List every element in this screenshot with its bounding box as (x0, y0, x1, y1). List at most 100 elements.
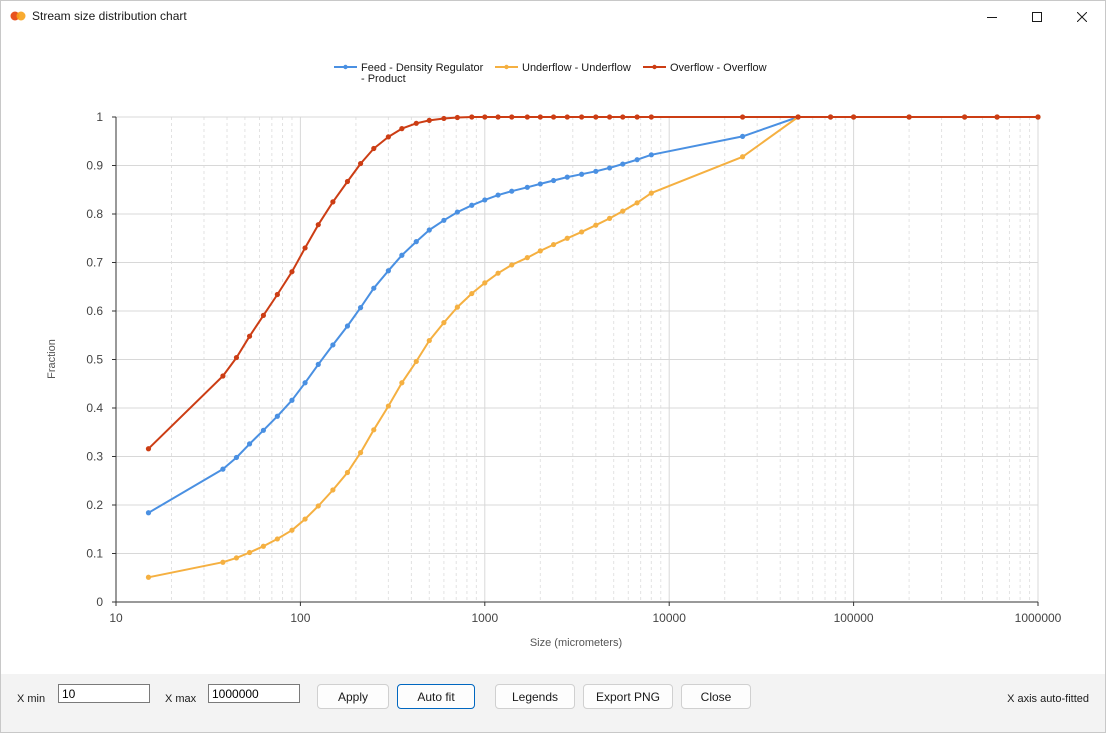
data-point (739, 133, 746, 139)
data-point (274, 413, 280, 419)
series-line-1 (147, 116, 1038, 514)
data-point (302, 245, 308, 251)
y-tick-label: 0.5 (86, 353, 103, 367)
data-point (145, 510, 152, 516)
data-point (274, 536, 280, 542)
x-axis-label: Size (micrometers) (530, 637, 622, 649)
legend-label: Overflow - Overflow (670, 62, 767, 74)
auto-fit-button[interactable]: Auto fit (397, 684, 475, 709)
data-point (302, 380, 308, 386)
data-point (357, 450, 364, 456)
data-point (246, 441, 253, 447)
data-point (906, 114, 912, 120)
chart-legend[interactable]: Feed - Density Regulator- ProductUnderfl… (334, 62, 767, 85)
data-point (315, 503, 321, 509)
x-tick-label: 10000 (653, 611, 687, 625)
data-point (357, 305, 364, 311)
data-point (315, 222, 321, 228)
data-point (357, 160, 364, 167)
app-logo-icon (10, 11, 26, 21)
data-point (246, 549, 253, 556)
xmax-label: X max (165, 693, 197, 705)
data-point (634, 114, 640, 120)
data-point (524, 184, 530, 190)
data-point (454, 114, 460, 121)
data-point (246, 333, 253, 339)
data-point (606, 114, 613, 120)
data-point (220, 466, 226, 472)
data-point (385, 268, 391, 274)
data-point (469, 290, 475, 297)
data-point (648, 190, 654, 196)
x-tick-label: 100 (290, 611, 310, 625)
data-point (344, 178, 351, 185)
data-point (550, 177, 557, 184)
y-tick-label: 0.4 (86, 401, 103, 415)
x-tick-label: 100000 (834, 611, 874, 625)
chart-window: Stream size distribution chart 10 100 1000… (0, 0, 1106, 733)
data-point (274, 291, 280, 298)
data-point (851, 114, 857, 120)
legend-label: - Product (361, 73, 406, 85)
data-point (482, 114, 488, 120)
xmax-input[interactable] (208, 684, 300, 703)
title-bar[interactable]: Stream size distribution chart (1, 1, 1105, 32)
y-tick-label: 0.6 (86, 304, 103, 318)
apply-button[interactable]: Apply (317, 684, 389, 709)
data-point (495, 114, 501, 120)
data-point (827, 114, 834, 120)
data-point (426, 227, 432, 233)
close-window-button[interactable] (1059, 1, 1105, 32)
data-point (648, 114, 654, 120)
data-point (469, 114, 475, 120)
data-point (233, 555, 240, 561)
data-point (509, 188, 515, 194)
maximize-button[interactable] (1014, 1, 1060, 32)
export-png-button[interactable]: Export PNG (583, 684, 673, 709)
xmin-input[interactable] (58, 684, 150, 703)
y-tick-label: 0.3 (86, 450, 103, 464)
series-line-3 (147, 116, 1038, 450)
legend-label: Underflow - Underflow (522, 62, 631, 74)
data-point (233, 354, 240, 361)
data-point (454, 304, 460, 310)
y-tick-label: 0.2 (86, 498, 103, 512)
data-point (344, 323, 351, 329)
data-point (620, 208, 626, 214)
chart-axes: 10 100 1000 10000 100000 1000000 0 0.1 0.2 0.3 0.4… (86, 110, 1061, 625)
data-point (315, 361, 321, 367)
data-point (260, 312, 266, 318)
data-point (524, 255, 530, 261)
x-tick-label: 1000 (471, 611, 498, 625)
data-point (550, 241, 557, 248)
data-point (441, 115, 447, 122)
data-point (441, 217, 447, 223)
data-point (579, 229, 585, 235)
data-point (739, 154, 746, 160)
data-point (620, 114, 626, 120)
data-point (145, 446, 152, 452)
data-point (482, 197, 488, 203)
data-point (399, 380, 405, 386)
minimize-icon (987, 16, 997, 18)
data-point (795, 114, 801, 120)
size-distribution-chart: 10 100 1000 10000 100000 1000000 0 0.1 0.2 0.3 0.4… (46, 62, 1062, 649)
data-point (564, 114, 570, 120)
legend-swatch-marker (343, 64, 348, 70)
legend-swatch-marker (504, 64, 509, 70)
data-point (994, 114, 1000, 120)
status-text: X axis auto-fitted (1007, 693, 1089, 705)
data-point (454, 209, 460, 215)
data-point (330, 342, 336, 348)
data-point (330, 199, 336, 205)
close-button[interactable]: Close (681, 684, 751, 709)
data-point (289, 527, 295, 533)
y-tick-label: 0.1 (86, 547, 103, 561)
minimize-button[interactable] (969, 1, 1015, 32)
legends-button[interactable]: Legends (495, 684, 575, 709)
data-point (413, 358, 419, 365)
data-point (426, 337, 432, 344)
data-point (469, 202, 475, 208)
y-tick-label: 0 (96, 595, 103, 609)
data-point (385, 134, 391, 140)
